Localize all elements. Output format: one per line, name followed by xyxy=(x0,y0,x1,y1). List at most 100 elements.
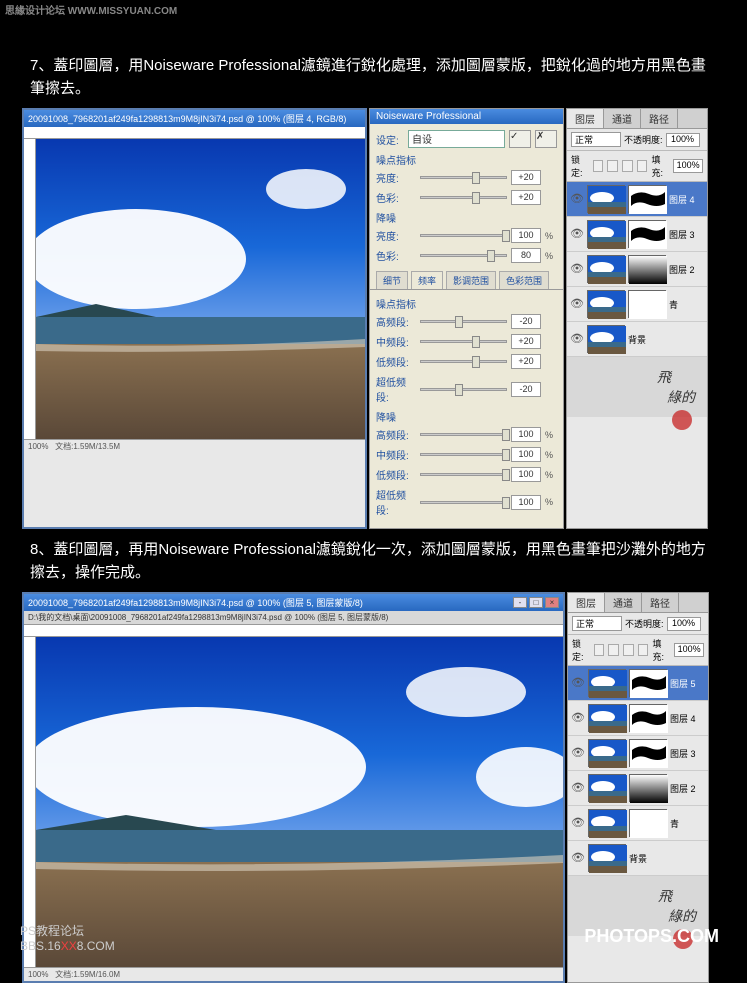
tab-paths-2[interactable]: 路径 xyxy=(642,593,679,612)
layer-row[interactable]: 👁青 xyxy=(567,287,707,322)
layer-thumbnail[interactable] xyxy=(587,325,625,353)
preset-select[interactable]: 自设 xyxy=(408,130,505,148)
visibility-eye-icon[interactable]: 👁 xyxy=(571,851,585,865)
opacity-input[interactable]: 100% xyxy=(666,133,700,147)
lock-all-icon-2[interactable] xyxy=(638,644,649,656)
color-value[interactable]: +20 xyxy=(511,190,541,205)
reduce-brightness-slider[interactable] xyxy=(420,234,507,237)
reduce-color-value[interactable]: 80 xyxy=(511,248,541,263)
tab-layers[interactable]: 图层 xyxy=(567,109,604,128)
canvas-image xyxy=(36,139,365,439)
highfreq-slider[interactable] xyxy=(420,320,507,323)
layer-row[interactable]: 👁图层 3 xyxy=(567,217,707,252)
tab-channels[interactable]: 通道 xyxy=(604,109,641,128)
tab-tone[interactable]: 影调范围 xyxy=(446,271,496,289)
brightness-value[interactable]: +20 xyxy=(511,170,541,185)
tab-detail[interactable]: 细节 xyxy=(376,271,408,289)
layer-thumbnail[interactable] xyxy=(587,185,625,213)
layer-mask-thumbnail[interactable] xyxy=(628,255,666,283)
lock-pixels-icon-2[interactable] xyxy=(608,644,619,656)
lowfreq-slider[interactable] xyxy=(420,360,507,363)
tab-colorrange[interactable]: 色彩范围 xyxy=(499,271,549,289)
layer-mask-thumbnail[interactable] xyxy=(628,220,666,248)
visibility-eye-icon[interactable]: 👁 xyxy=(571,816,585,830)
opacity-input-2[interactable]: 100% xyxy=(667,617,701,631)
close-button[interactable]: × xyxy=(545,597,559,608)
red-low-slider[interactable] xyxy=(420,473,507,476)
red-vlow-slider[interactable] xyxy=(420,501,507,504)
fill-input-2[interactable]: 100% xyxy=(674,643,704,657)
layer-row[interactable]: 👁背景 xyxy=(567,322,707,357)
lock-position-icon-2[interactable] xyxy=(623,644,634,656)
layer-thumbnail[interactable] xyxy=(587,290,625,318)
visibility-eye-icon[interactable]: 👁 xyxy=(571,711,585,725)
red-high-slider[interactable] xyxy=(420,433,507,436)
lock-pixels-icon[interactable] xyxy=(607,160,618,172)
layer-mask-thumbnail[interactable] xyxy=(629,809,667,837)
fill-input[interactable]: 100% xyxy=(673,159,703,173)
ruler-horizontal-2 xyxy=(24,625,563,637)
layer-mask-thumbnail[interactable] xyxy=(629,704,667,732)
lock-transparent-icon[interactable] xyxy=(593,160,604,172)
visibility-eye-icon[interactable]: 👁 xyxy=(571,676,585,690)
layer-mask-thumbnail[interactable] xyxy=(629,669,667,697)
layer-thumbnail[interactable] xyxy=(588,844,626,872)
tab-paths[interactable]: 路径 xyxy=(641,109,678,128)
layer-thumbnail[interactable] xyxy=(588,704,626,732)
lock-all-icon[interactable] xyxy=(637,160,648,172)
color-slider[interactable] xyxy=(420,196,507,199)
visibility-eye-icon[interactable]: 👁 xyxy=(571,781,585,795)
layer-name: 图层 3 xyxy=(670,747,705,760)
layer-row[interactable]: 👁图层 2 xyxy=(568,771,708,806)
preset-save-button[interactable]: ✓ xyxy=(509,130,531,148)
layer-thumbnail[interactable] xyxy=(588,774,626,802)
ps-statusbar: 100% 文档:1.59M/13.5M xyxy=(24,439,365,453)
preset-label: 设定: xyxy=(376,132,404,147)
midfreq-slider[interactable] xyxy=(420,340,507,343)
layer-mask-thumbnail[interactable] xyxy=(628,290,666,318)
tab-frequency[interactable]: 频率 xyxy=(411,271,443,289)
layer-name: 图层 5 xyxy=(670,677,705,690)
tab-channels-2[interactable]: 通道 xyxy=(605,593,642,612)
document-tab[interactable]: D:\我的文档\桌面\20091008_7968201af249fa129881… xyxy=(24,611,563,625)
tab-layers-2[interactable]: 图层 xyxy=(568,593,605,612)
reduce-color-slider[interactable] xyxy=(420,254,507,257)
blend-mode-select-2[interactable]: 正常 xyxy=(572,616,622,631)
visibility-eye-icon[interactable]: 👁 xyxy=(570,192,584,206)
signature-stamp: 飛 綠的 xyxy=(652,362,702,432)
lock-position-icon[interactable] xyxy=(622,160,633,172)
visibility-eye-icon[interactable]: 👁 xyxy=(571,746,585,760)
preset-delete-button[interactable]: ✗ xyxy=(535,130,557,148)
layer-row[interactable]: 👁 图层 3 xyxy=(568,736,708,771)
vlowfreq-slider[interactable] xyxy=(420,388,507,391)
instruction-8: 8、蓋印圖層，再用Noiseware Professional濾鏡銳化一次，添加… xyxy=(0,529,747,584)
minimize-button[interactable]: - xyxy=(513,597,527,608)
layer-row[interactable]: 👁图层 4 xyxy=(567,182,707,217)
layer-thumbnail[interactable] xyxy=(588,739,626,767)
layer-thumbnail[interactable] xyxy=(587,220,625,248)
layer-mask-thumbnail[interactable] xyxy=(629,774,667,802)
layer-thumbnail[interactable] xyxy=(588,669,626,697)
reduce-brightness-value[interactable]: 100 xyxy=(511,228,541,243)
layer-mask-thumbnail[interactable] xyxy=(628,185,666,213)
visibility-eye-icon[interactable]: 👁 xyxy=(570,227,584,241)
layer-row[interactable]: 👁 图层 5 xyxy=(568,666,708,701)
red-mid-slider[interactable] xyxy=(420,453,507,456)
layer-thumbnail[interactable] xyxy=(587,255,625,283)
layers-empty-area: 飛 綠的 xyxy=(567,357,707,417)
layer-row[interactable]: 👁青 xyxy=(568,806,708,841)
layer-row[interactable]: 👁背景 xyxy=(568,841,708,876)
layer-mask-thumbnail[interactable] xyxy=(629,739,667,767)
layer-row[interactable]: 👁 图层 2 xyxy=(567,252,707,287)
visibility-eye-icon[interactable]: 👁 xyxy=(570,332,584,346)
visibility-eye-icon[interactable]: 👁 xyxy=(570,297,584,311)
blend-mode-select[interactable]: 正常 xyxy=(571,132,621,147)
visibility-eye-icon[interactable]: 👁 xyxy=(570,262,584,276)
layer-thumbnail[interactable] xyxy=(588,809,626,837)
maximize-button[interactable]: □ xyxy=(529,597,543,608)
layer-name: 图层 2 xyxy=(669,263,704,276)
brightness-slider[interactable] xyxy=(420,176,507,179)
layer-row[interactable]: 👁图层 4 xyxy=(568,701,708,736)
noiseware-panel: Noiseware Professional 设定: 自设 ✓ ✗ 噪点指标 亮… xyxy=(369,108,564,529)
lock-transparent-icon-2[interactable] xyxy=(594,644,605,656)
